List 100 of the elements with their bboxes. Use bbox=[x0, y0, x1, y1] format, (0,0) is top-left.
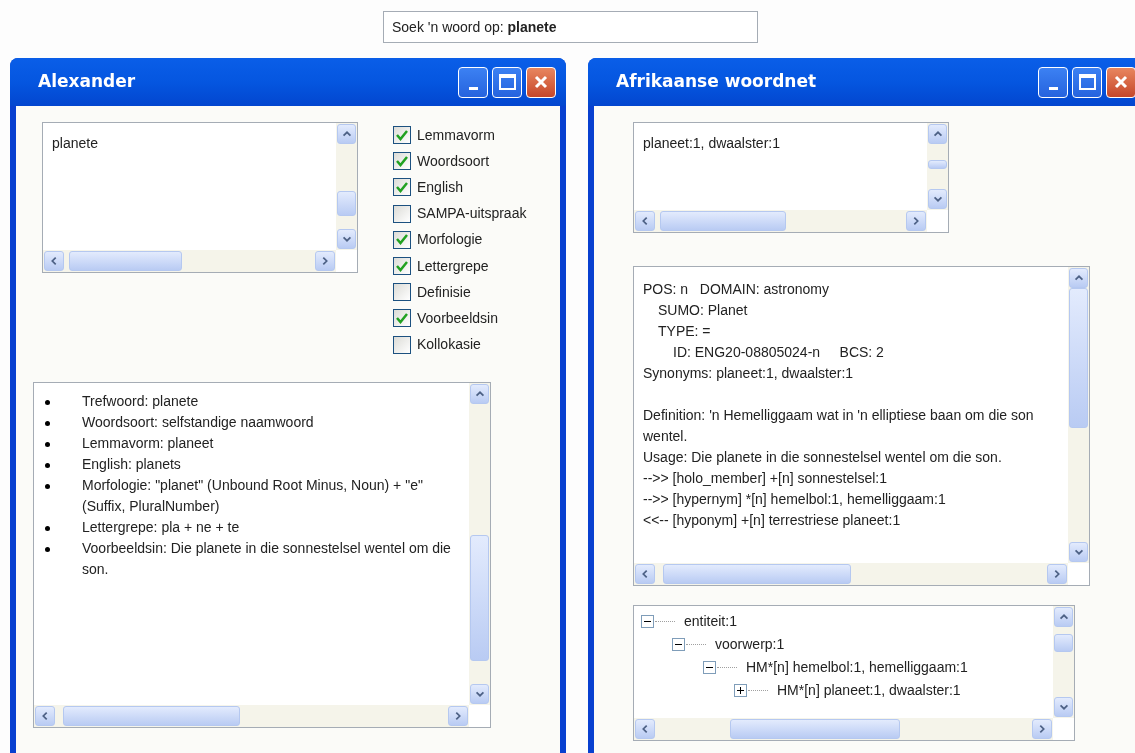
tree-item[interactable]: voorwerp:1 bbox=[715, 634, 785, 655]
bullet-icon bbox=[45, 462, 50, 468]
horizontal-scrollbar[interactable] bbox=[34, 704, 469, 727]
collapse-toggle[interactable] bbox=[672, 638, 685, 651]
scroll-thumb[interactable] bbox=[337, 190, 356, 217]
scroll-left-button[interactable] bbox=[35, 705, 55, 726]
scroll-right-button[interactable] bbox=[906, 211, 926, 231]
scroll-up-button[interactable] bbox=[337, 124, 356, 144]
check-icon bbox=[396, 234, 408, 246]
checkbox-label: Kollokasie bbox=[417, 335, 481, 355]
scroll-left-button[interactable] bbox=[44, 251, 64, 271]
checkbox[interactable] bbox=[393, 152, 411, 171]
hypernym-tree[interactable]: entiteit:1 voorwerp:1 HM*[n] hemelbol:1, hemelliggaam:1 HM*[n] planeet:1, dwaalster:1 bbox=[633, 605, 1075, 741]
detail-line: Woordsoort: selfstandige naamwoord bbox=[82, 412, 314, 432]
scroll-thumb[interactable] bbox=[69, 251, 182, 271]
info-line: -->> [holo_member] +[n] sonnestelsel:1 bbox=[643, 469, 888, 488]
search-field[interactable]: Soek 'n woord op: planete bbox=[383, 11, 758, 43]
scroll-right-button[interactable] bbox=[315, 251, 335, 271]
checkbox-label: SAMPA-uitspraak bbox=[417, 204, 527, 224]
details-panel[interactable] bbox=[33, 381, 491, 728]
collapse-toggle[interactable] bbox=[641, 615, 654, 628]
vertical-scrollbar[interactable] bbox=[336, 123, 357, 250]
scroll-left-button[interactable] bbox=[635, 564, 655, 584]
checkbox[interactable] bbox=[393, 204, 411, 223]
scroll-thumb[interactable] bbox=[730, 719, 901, 739]
scroll-right-button[interactable] bbox=[1032, 719, 1052, 739]
list-item[interactable]: planete bbox=[52, 133, 336, 154]
checkbox[interactable] bbox=[393, 257, 411, 276]
synset-list[interactable]: planeet:1, dwaalster:1 bbox=[633, 122, 949, 233]
vertical-scrollbar[interactable] bbox=[927, 123, 948, 210]
checkbox[interactable] bbox=[393, 230, 411, 249]
scroll-thumb[interactable] bbox=[470, 535, 489, 662]
synset-details[interactable] bbox=[633, 266, 1090, 586]
minimize-button[interactable] bbox=[1038, 66, 1068, 98]
checkbox-label: Definisie bbox=[417, 282, 471, 302]
info-line: Usage: Die planete in die sonnestelsel wentel om die son. bbox=[643, 448, 1003, 467]
checkbox-label: Woordsoort bbox=[417, 151, 490, 171]
bullet-icon bbox=[45, 441, 50, 447]
info-line: Definition: 'n Hemelliggaam wat in 'n elliptiese baan om die son wentel. bbox=[643, 406, 1035, 446]
scroll-down-button[interactable] bbox=[337, 229, 356, 249]
vertical-scrollbar[interactable] bbox=[469, 382, 490, 705]
checkbox[interactable] bbox=[393, 283, 411, 302]
scroll-down-button[interactable] bbox=[1069, 542, 1088, 562]
scroll-thumb[interactable] bbox=[928, 159, 947, 169]
scroll-up-button[interactable] bbox=[928, 124, 947, 144]
info-line: POS: n DOMAIN: astronomy bbox=[643, 280, 830, 299]
info-line: SUMO: Planet bbox=[658, 301, 749, 320]
scroll-down-button[interactable] bbox=[470, 683, 489, 704]
detail-line: Trefwoord: planete bbox=[82, 391, 199, 411]
horizontal-scrollbar[interactable] bbox=[634, 718, 1053, 740]
maximize-button[interactable] bbox=[1072, 66, 1102, 98]
minimize-button[interactable] bbox=[458, 66, 488, 98]
scroll-right-button[interactable] bbox=[448, 705, 468, 726]
window-title: Alexander bbox=[38, 70, 137, 94]
collapse-toggle[interactable] bbox=[703, 661, 716, 674]
list-item[interactable]: planeet:1, dwaalster:1 bbox=[643, 133, 927, 154]
scroll-thumb[interactable] bbox=[1069, 288, 1088, 428]
close-button[interactable] bbox=[1106, 66, 1135, 98]
maximize-button[interactable] bbox=[492, 66, 522, 98]
word-list[interactable]: planete bbox=[42, 122, 358, 273]
check-icon bbox=[396, 181, 408, 193]
scroll-down-button[interactable] bbox=[928, 189, 947, 209]
scroll-up-button[interactable] bbox=[470, 383, 489, 404]
checkbox[interactable] bbox=[393, 335, 411, 354]
check-icon bbox=[396, 312, 408, 324]
bullet-icon bbox=[45, 546, 50, 552]
close-icon bbox=[533, 74, 549, 90]
scroll-thumb[interactable] bbox=[662, 564, 851, 584]
scroll-thumb[interactable] bbox=[660, 211, 786, 231]
scroll-up-button[interactable] bbox=[1054, 607, 1073, 627]
detail-line: Lemmavorm: planeet bbox=[82, 433, 214, 453]
scroll-thumb[interactable] bbox=[62, 705, 240, 726]
checkbox-label: English bbox=[417, 177, 463, 197]
expand-toggle[interactable] bbox=[734, 684, 747, 697]
bullet-icon bbox=[45, 525, 50, 531]
scroll-down-button[interactable] bbox=[1054, 697, 1073, 717]
info-line: -->> [hypernym] *[n] hemelbol:1, hemelliggaam:1 bbox=[643, 490, 947, 509]
info-line: TYPE: = bbox=[658, 322, 712, 341]
checkbox[interactable] bbox=[393, 126, 411, 145]
vertical-scrollbar[interactable] bbox=[1068, 267, 1089, 563]
search-text: Soek 'n woord op: planete bbox=[392, 17, 557, 37]
tree-item[interactable]: HM*[n] planeet:1, dwaalster:1 bbox=[777, 680, 961, 701]
vertical-scrollbar[interactable] bbox=[1053, 606, 1074, 718]
detail-line: Morfologie: "planet" (Unbound Root Minus, Noun) + "e" (Suffix, PluralNumber) bbox=[82, 475, 424, 516]
checkbox[interactable] bbox=[393, 178, 411, 197]
scroll-right-button[interactable] bbox=[1047, 564, 1067, 584]
tree-item[interactable]: entiteit:1 bbox=[684, 611, 737, 632]
horizontal-scrollbar[interactable] bbox=[634, 210, 927, 232]
scroll-up-button[interactable] bbox=[1069, 268, 1088, 288]
bullet-icon bbox=[45, 420, 50, 426]
horizontal-scrollbar[interactable] bbox=[634, 563, 1068, 585]
tree-item[interactable]: HM*[n] hemelbol:1, hemelliggaam:1 bbox=[746, 657, 968, 678]
horizontal-scrollbar[interactable] bbox=[43, 250, 336, 272]
info-line: ID: ENG20-08805024-n BCS: 2 bbox=[673, 343, 885, 362]
scroll-left-button[interactable] bbox=[635, 211, 655, 231]
check-icon bbox=[396, 155, 408, 167]
checkbox[interactable] bbox=[393, 309, 411, 328]
scroll-left-button[interactable] bbox=[635, 719, 655, 739]
close-button[interactable] bbox=[526, 66, 556, 98]
scroll-thumb[interactable] bbox=[1054, 634, 1073, 652]
